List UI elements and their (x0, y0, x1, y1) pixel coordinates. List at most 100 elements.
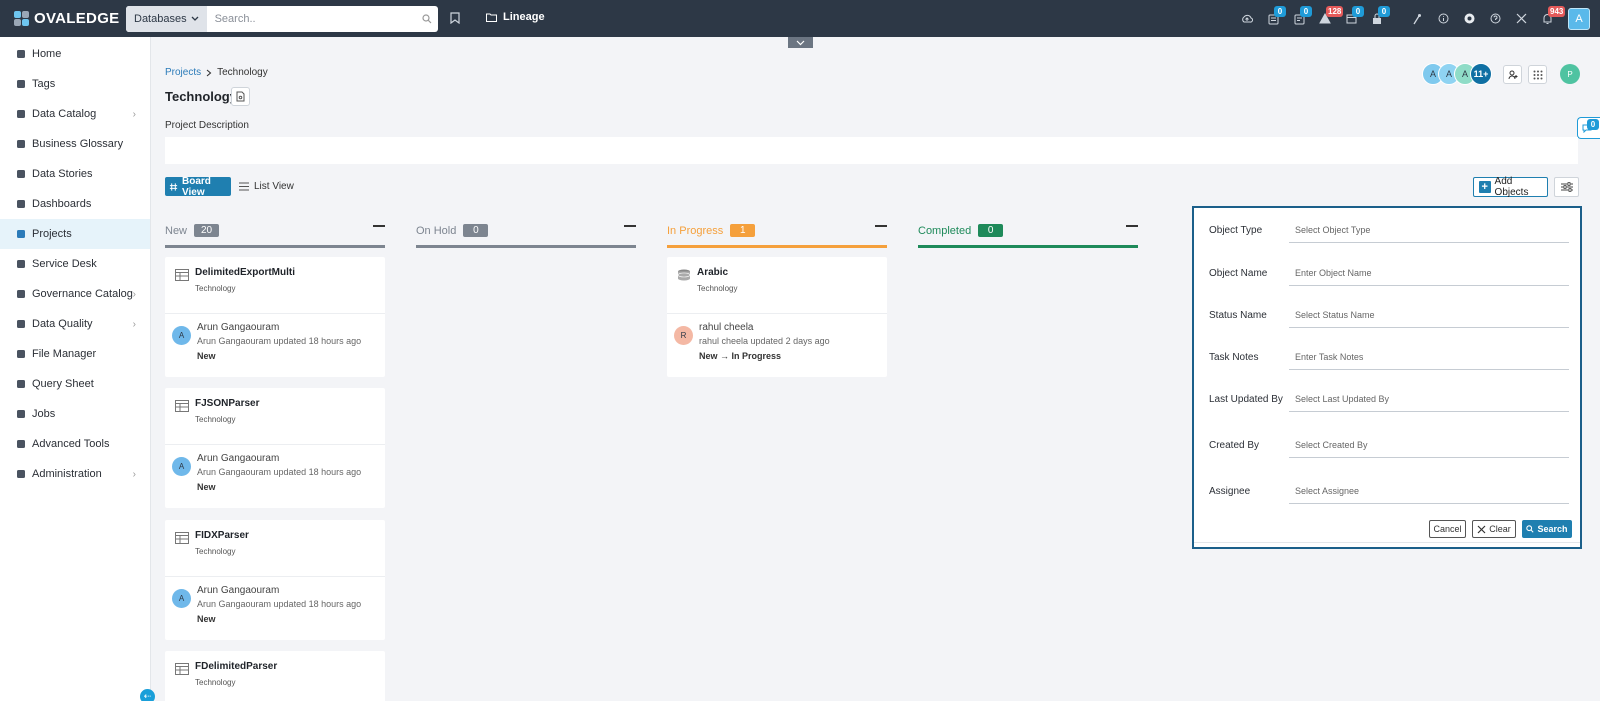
lock-icon[interactable]: 0 (1364, 0, 1390, 37)
list-view-button[interactable]: List View (239, 181, 294, 192)
chevron-right-icon (206, 69, 212, 76)
breadcrumb: Projects Technology (165, 67, 268, 78)
sidebar-item-query-sheet[interactable]: Query Sheet (0, 369, 150, 399)
filter-input-created-by[interactable] (1289, 432, 1569, 458)
board-card[interactable]: DelimitedExportMulti Technology A Arun Gang… (165, 257, 385, 377)
projects-icon (16, 229, 26, 239)
sidebar-item-label: Service Desk (32, 258, 97, 270)
info-icon[interactable] (1430, 0, 1456, 37)
card-status: New (197, 614, 216, 624)
search-scope-dropdown[interactable]: Databases (126, 6, 207, 32)
collapse-column-icon[interactable] (373, 225, 385, 227)
bookmark-icon[interactable] (450, 12, 460, 27)
add-member-button[interactable] (1503, 65, 1522, 84)
help-icon[interactable] (1482, 0, 1508, 37)
card-title[interactable]: FJSONParser (195, 398, 259, 409)
project-description-field[interactable] (165, 137, 1578, 164)
board-card[interactable]: FIDXParser Technology A Arun Gangaouram Arun… (165, 520, 385, 640)
filter-row-task-notes: Task Notes (1194, 342, 1580, 372)
filter-input-task-notes[interactable] (1289, 344, 1569, 370)
governance-icon (16, 289, 26, 299)
sidebar-item-label: Dashboards (32, 198, 92, 210)
card-updated: Arun Gangaouram updated 18 hours ago (197, 467, 362, 477)
alert-icon[interactable]: 128 (1312, 0, 1344, 37)
filter-input-object-name[interactable] (1289, 260, 1569, 286)
card-updated: rahul cheela updated 2 days ago (699, 336, 830, 346)
filter-input-status-name[interactable] (1289, 302, 1569, 328)
calendar-icon[interactable]: 0 (1338, 0, 1364, 37)
card-title[interactable]: FIDXParser (195, 530, 249, 541)
inbox-icon[interactable]: 0 (1260, 0, 1286, 37)
sidebar-item-projects[interactable]: Projects (0, 219, 150, 249)
app-logo[interactable]: OVALEDGE (0, 0, 126, 37)
filter-input-last-updated-by[interactable] (1289, 386, 1569, 412)
sidebar-item-data-stories[interactable]: Data Stories (0, 159, 150, 189)
card-activity: A Arun Gangaouram Arun Gangaouram updated … (165, 577, 385, 640)
expand-icon[interactable] (1508, 0, 1534, 37)
board-card[interactable]: FJSONParser Technology A Arun Gangaouram Aru… (165, 388, 385, 508)
filter-label: Assignee (1209, 486, 1251, 497)
column-header-completed: Completed 0 (918, 216, 1138, 248)
sidebar-item-service-desk[interactable]: Service Desk (0, 249, 150, 279)
search-input[interactable] (206, 6, 416, 32)
board-card[interactable]: FDelimitedParser Technology (165, 651, 385, 701)
collapse-column-icon[interactable] (624, 225, 636, 227)
chat-toggle[interactable]: 0 (1577, 117, 1600, 139)
project-document-button[interactable] (231, 87, 250, 106)
chrome-icon[interactable] (1456, 0, 1482, 37)
sidebar-item-tags[interactable]: Tags (0, 69, 150, 99)
cancel-button[interactable]: Cancel (1429, 520, 1466, 538)
filter-input-assignee[interactable] (1289, 478, 1569, 504)
board-view-button[interactable]: Board View (165, 176, 231, 198)
breadcrumb-projects-link[interactable]: Projects (165, 67, 201, 78)
user-avatar[interactable]: A (1568, 7, 1590, 30)
filter-row-status-name: Status Name (1194, 300, 1580, 330)
table-icon (175, 532, 189, 544)
sidebar-item-administration[interactable]: Administration › (0, 459, 150, 489)
apps-grid-button[interactable] (1528, 65, 1547, 84)
sidebar-item-dashboards[interactable]: Dashboards (0, 189, 150, 219)
card-title[interactable]: Arabic (697, 267, 728, 278)
filter-row-last-updated-by: Last Updated By (1194, 384, 1580, 414)
tasks-icon[interactable]: 0 (1286, 0, 1312, 37)
card-title[interactable]: DelimitedExportMulti (195, 267, 295, 278)
card-header: FIDXParser Technology (165, 520, 385, 577)
lock-badge: 0 (1378, 6, 1390, 17)
header-collapse-toggle[interactable] (788, 37, 813, 48)
wand-icon[interactable] (1404, 0, 1430, 37)
sidebar-item-governance-catalog[interactable]: Governance Catalog › (0, 279, 150, 309)
bell-icon[interactable]: 943 (1534, 0, 1566, 37)
filter-toggle-button[interactable] (1554, 177, 1579, 197)
board-card[interactable]: Arabic Technology Rrahul cheela rahul cheel… (667, 257, 887, 377)
project-members[interactable]: A A A 11+ (1422, 63, 1492, 85)
collapse-column-icon[interactable] (875, 225, 887, 227)
sidebar-item-business-glossary[interactable]: Business Glossary (0, 129, 150, 159)
filter-input-object-type[interactable] (1289, 217, 1569, 243)
sidebar-item-home[interactable]: Home (0, 39, 150, 69)
column-count-badge: 0 (978, 224, 1004, 237)
more-members-badge[interactable]: 11+ (1470, 63, 1492, 85)
chevron-right-icon: › (132, 318, 136, 330)
sidebar-collapse-button[interactable]: ⇠ (140, 689, 155, 701)
chevron-right-icon: › (132, 108, 136, 120)
search-button[interactable]: Search (1522, 520, 1572, 538)
collapse-column-icon[interactable] (1126, 225, 1138, 227)
sidebar-item-label: Data Catalog (32, 108, 97, 120)
sidebar-item-data-quality[interactable]: Data Quality › (0, 309, 150, 339)
sidebar-item-jobs[interactable]: Jobs (0, 399, 150, 429)
upload-icon[interactable] (1234, 0, 1260, 37)
project-owner-avatar[interactable]: P (1560, 64, 1580, 84)
header-actions: 0 0 128 0 0 943 A (1234, 0, 1600, 37)
add-objects-button[interactable]: + Add Objects (1473, 176, 1548, 198)
search-icon[interactable] (416, 14, 438, 24)
lineage-link[interactable]: Lineage (486, 11, 545, 23)
clear-button[interactable]: Clear (1472, 520, 1516, 538)
column-name: Completed (918, 224, 972, 237)
sidebar-item-file-manager[interactable]: File Manager (0, 339, 150, 369)
card-header: Arabic Technology (667, 257, 887, 314)
filter-row-object-name: Object Name (1194, 258, 1580, 288)
sidebar-item-advanced-tools[interactable]: Advanced Tools (0, 429, 150, 459)
sidebar-item-data-catalog[interactable]: Data Catalog › (0, 99, 150, 129)
card-status: New (197, 351, 216, 361)
card-title[interactable]: FDelimitedParser (195, 661, 277, 672)
